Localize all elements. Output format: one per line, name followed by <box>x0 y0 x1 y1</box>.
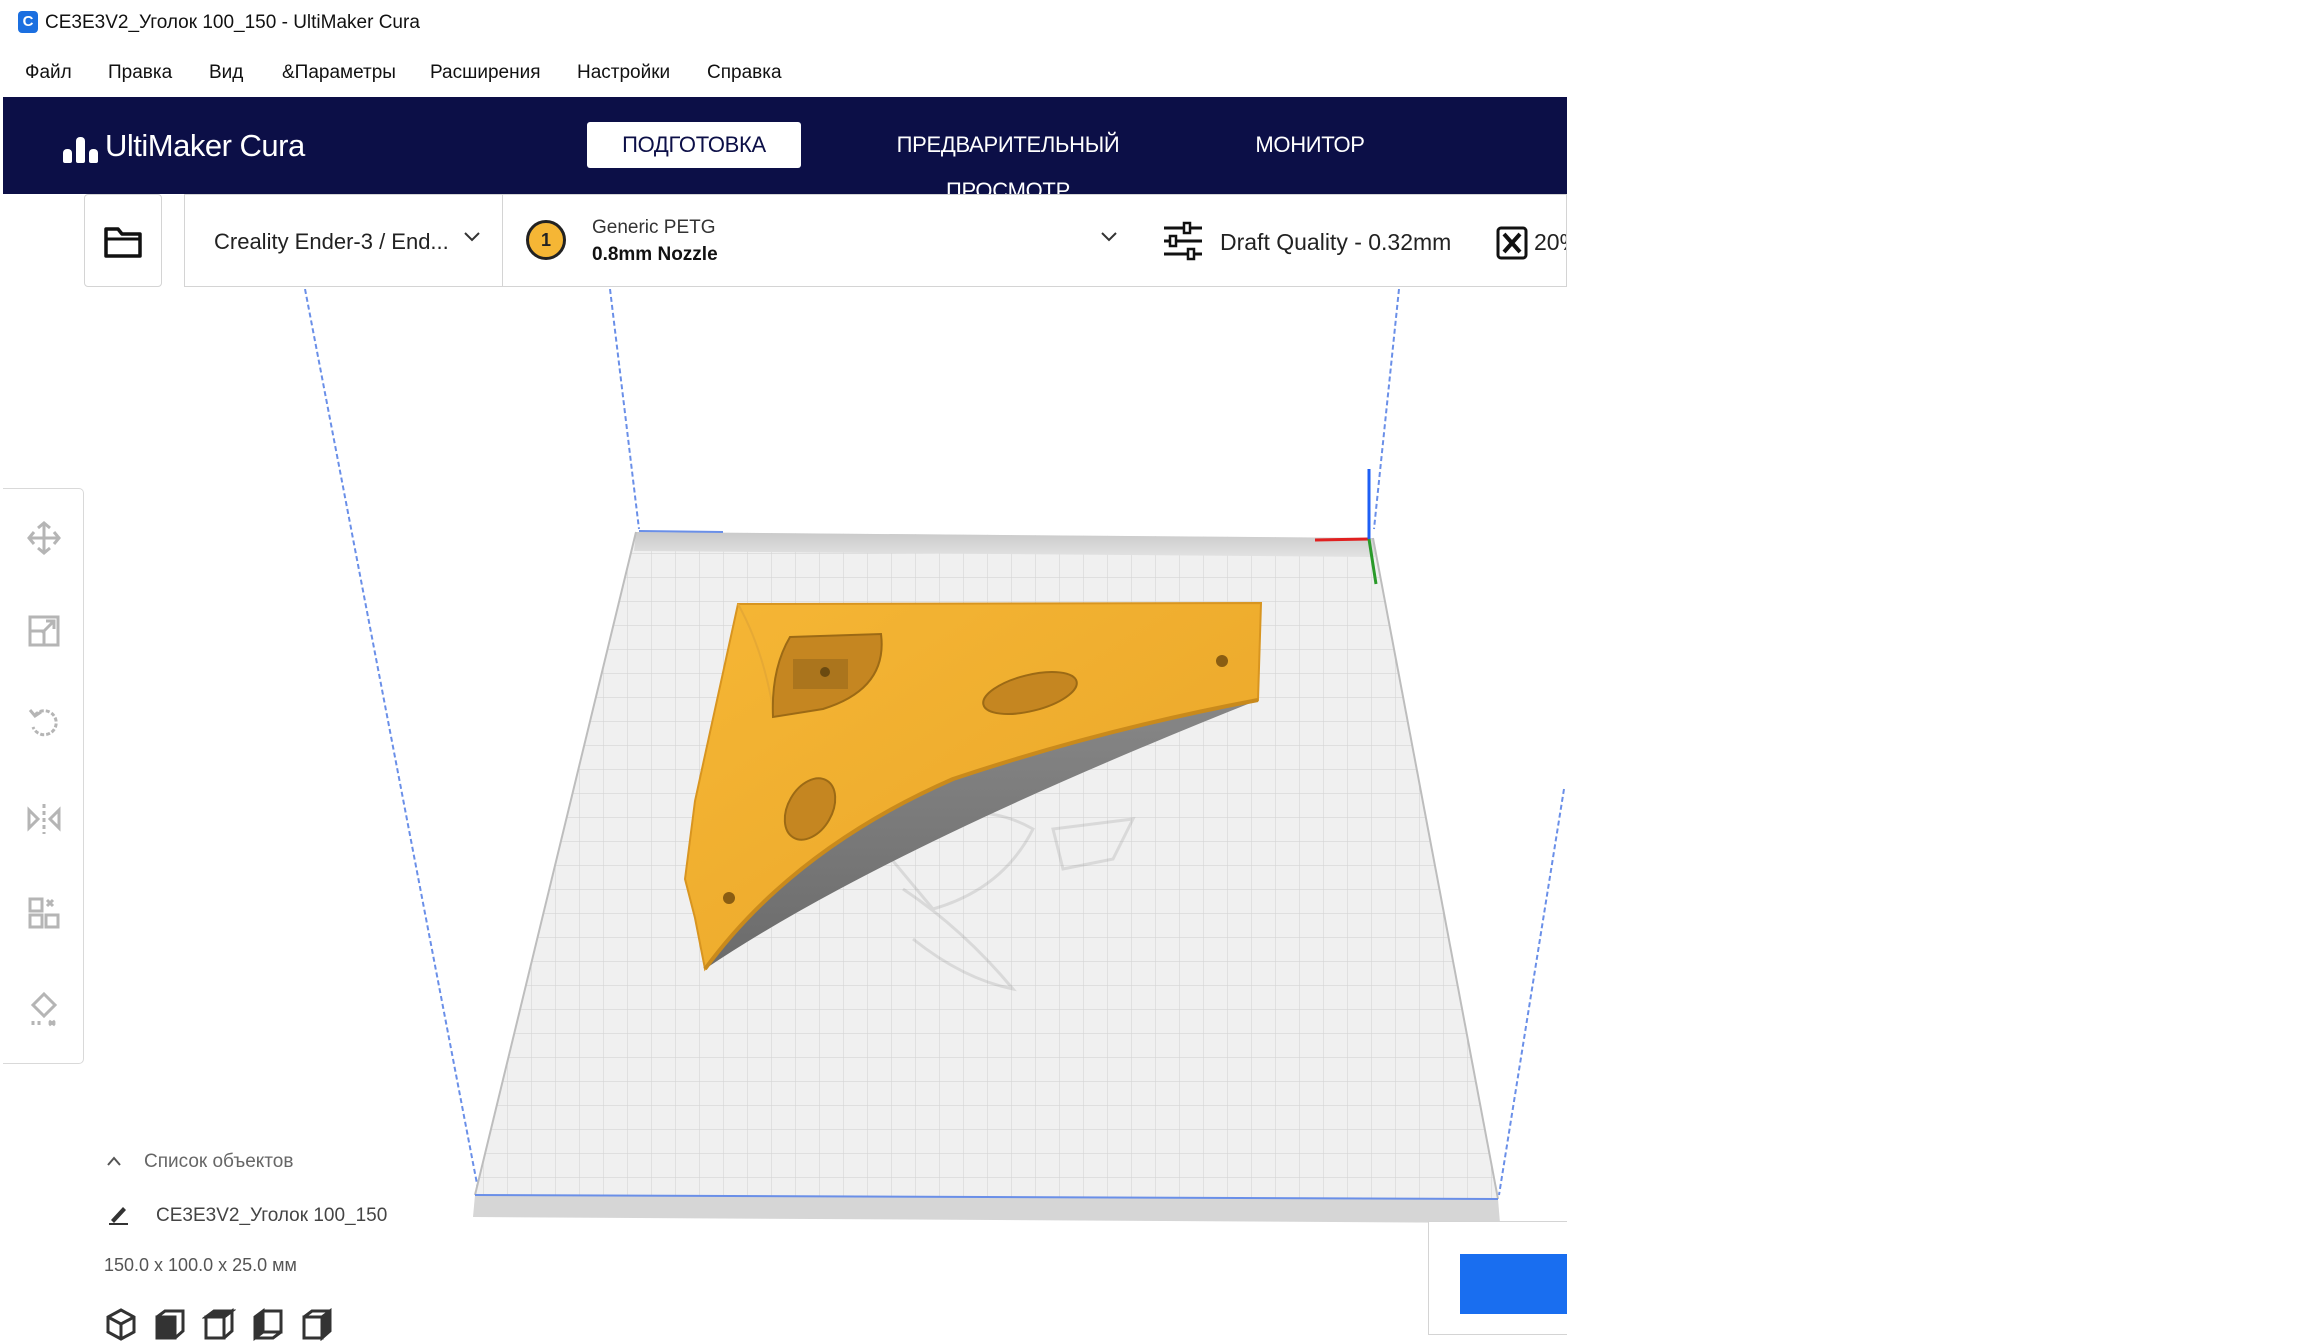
menu-preferences[interactable]: &Параметры <box>282 62 396 84</box>
scale-icon <box>28 615 59 646</box>
outside-window-area <box>1567 97 2304 1335</box>
menu-edit[interactable]: Правка <box>108 62 172 84</box>
move-tool-button[interactable] <box>21 515 66 560</box>
print-settings-selector[interactable]: Draft Quality - 0.32mm 20% <box>1140 194 1567 287</box>
menu-view[interactable]: Вид <box>209 62 243 84</box>
menu-settings[interactable]: Настройки <box>577 62 670 84</box>
ultimaker-cura-logo: UltiMaker Cura <box>61 126 305 166</box>
open-file-button[interactable] <box>84 194 162 287</box>
infill-value: 20% <box>1534 229 1566 255</box>
menu-extensions[interactable]: Расширения <box>430 62 541 84</box>
scale-tool-button[interactable] <box>21 608 66 653</box>
nozzle-size: 0.8mm Nozzle <box>592 244 718 265</box>
material-nozzle-selector[interactable]: 1 Generic PETG 0.8mm Nozzle <box>502 194 1141 287</box>
object-name: CE3E3V2_Уголок 100_150 <box>156 1205 388 1226</box>
mirror-tool-button[interactable] <box>21 796 66 841</box>
chevron-down-icon <box>464 232 480 242</box>
menu-help[interactable]: Справка <box>707 62 782 84</box>
infill-icon <box>1496 226 1528 260</box>
window-title: CE3E3V2_Уголок 100_150 - UltiMaker Cura <box>45 12 420 33</box>
object-list-panel: Список объектов CE3E3V2_Уголок 100_150 1… <box>100 1145 520 1341</box>
view-3d-button[interactable] <box>104 1307 138 1341</box>
view-left-button[interactable] <box>251 1307 285 1341</box>
menu-file[interactable]: Файл <box>25 62 72 84</box>
slice-button[interactable] <box>1460 1254 1568 1314</box>
menu-bar: Файл Правка Вид &Параметры Расширения На… <box>0 56 1580 92</box>
chevron-down-icon <box>1101 232 1117 242</box>
support-blocker-icon <box>30 991 57 1026</box>
rotate-icon <box>28 708 58 736</box>
folder-icon <box>104 226 142 258</box>
view-right-button[interactable] <box>300 1307 334 1341</box>
chevron-up-icon <box>107 1156 121 1166</box>
tab-monitor[interactable]: МОНИТОР <box>1243 122 1377 168</box>
pencil-icon <box>109 1207 128 1225</box>
camera-view-buttons <box>104 1307 334 1341</box>
printer-selector[interactable]: Creality Ender-3 / End... <box>184 194 503 287</box>
move-icon <box>26 520 61 555</box>
tab-prepare[interactable]: ПОДГОТОВКА <box>587 122 801 168</box>
view-front-button[interactable] <box>153 1307 187 1341</box>
ultimaker-logo-icon <box>61 129 101 163</box>
object-dimensions: 150.0 x 100.0 x 25.0 мм <box>104 1255 297 1275</box>
sliders-icon <box>1164 221 1202 261</box>
material-name: Generic PETG <box>592 217 716 238</box>
per-model-settings-icon <box>28 897 59 928</box>
per-model-settings-button[interactable] <box>21 890 66 935</box>
rotate-tool-button[interactable] <box>21 700 66 745</box>
object-list-title: Список объектов <box>144 1151 294 1172</box>
tool-panel <box>3 488 84 1064</box>
mirror-icon <box>27 803 60 834</box>
action-panel <box>1428 1221 1568 1335</box>
app-header: UltiMaker Cura ПОДГОТОВКА ПРЕДВАРИТЕЛЬНЫ… <box>3 97 1567 203</box>
view-top-button[interactable] <box>202 1307 236 1341</box>
window-title-bar: C CE3E3V2_Уголок 100_150 - UltiMaker Cur… <box>0 0 2304 48</box>
cura-app-icon: C <box>18 11 38 33</box>
support-blocker-button[interactable] <box>21 986 66 1031</box>
printer-name: Creality Ender-3 / End... <box>214 229 449 254</box>
logo-text: UltiMaker Cura <box>105 128 305 163</box>
extruder-badge-icon: 1 <box>526 220 566 260</box>
tab-preview[interactable]: ПРЕДВАРИТЕЛЬНЫЙ ПРОСМОТР <box>837 122 1179 203</box>
quality-profile: Draft Quality - 0.32mm <box>1220 229 1452 255</box>
